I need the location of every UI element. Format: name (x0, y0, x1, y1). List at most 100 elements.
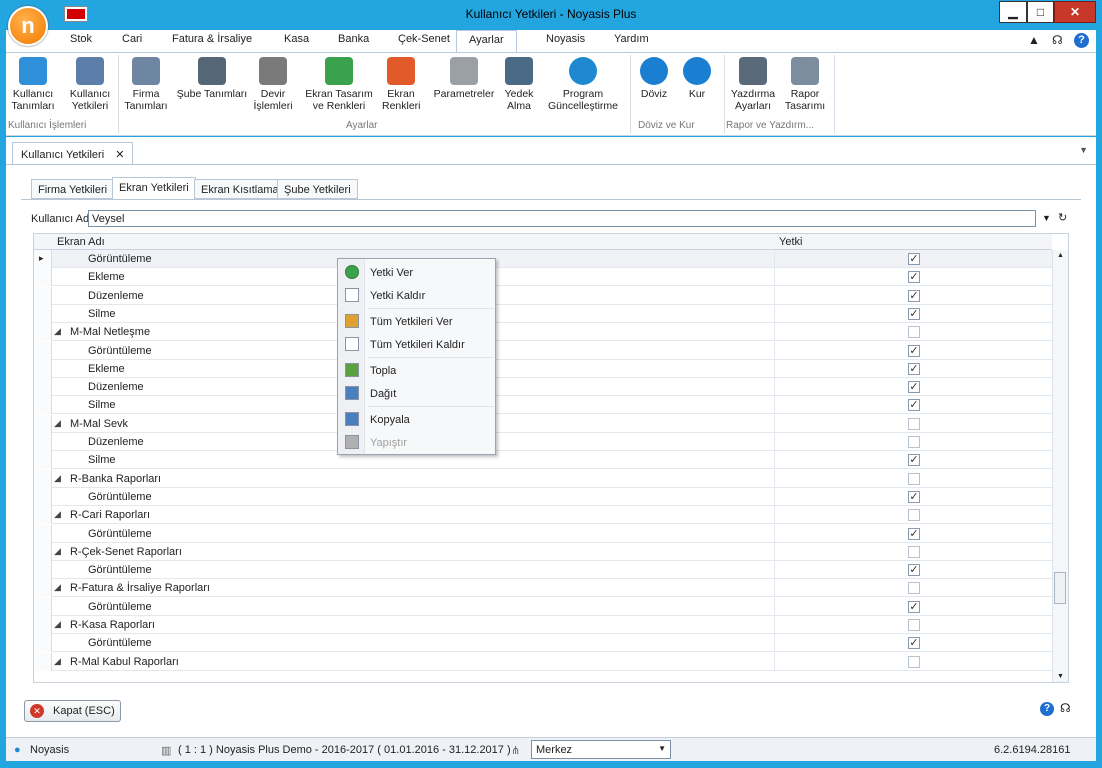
table-row[interactable]: Silme ✓ (34, 304, 1052, 323)
expand-toggle-icon[interactable]: ◢ (54, 326, 61, 337)
menu-item-6[interactable]: Topla (338, 359, 495, 382)
ribbon-tab-3[interactable]: Kasa (284, 33, 309, 45)
scroll-thumb[interactable] (1054, 572, 1066, 604)
permission-checkbox[interactable] (908, 326, 920, 339)
user-input[interactable] (88, 210, 1036, 227)
expand-toggle-icon[interactable]: ◢ (54, 656, 61, 667)
expand-toggle-icon[interactable]: ◢ (54, 509, 61, 520)
menu-item-7[interactable]: Dağıt (338, 382, 495, 405)
ribbon-tab-2[interactable]: Fatura & İrsaliye (172, 33, 252, 45)
table-row[interactable]: Görüntüleme ✓ (34, 487, 1052, 506)
table-row[interactable]: ◢ R-Kasa Raporları (34, 616, 1052, 634)
permission-checkbox[interactable]: ✓ (908, 362, 920, 375)
ribbon-button-8[interactable]: Yedek Alma (500, 57, 538, 112)
ribbon-button-13[interactable]: Rapor Tasarımı (784, 57, 826, 112)
ribbon-button-10[interactable]: Döviz (634, 57, 674, 100)
permission-checkbox[interactable] (908, 417, 920, 430)
expand-toggle-icon[interactable]: ◢ (54, 418, 61, 429)
close-tab-icon[interactable]: ✕ (115, 149, 124, 161)
table-row[interactable]: Görüntüleme ✓ (34, 524, 1052, 543)
inner-tab-3[interactable]: Şube Yetkileri (277, 179, 358, 199)
help-icon[interactable]: ? (1040, 702, 1054, 716)
table-row[interactable]: ◢ M-Mal Sevk (34, 414, 1052, 433)
permission-checkbox[interactable]: ✓ (908, 637, 920, 650)
scroll-up-icon[interactable]: ▲ (1057, 252, 1064, 259)
ribbon-button-1[interactable]: Kullanıcı Yetkileri (64, 57, 116, 112)
permission-checkbox[interactable]: ✓ (908, 289, 920, 302)
table-row[interactable]: Düzenleme (34, 433, 1052, 451)
permission-checkbox[interactable]: ✓ (908, 490, 920, 503)
expand-toggle-icon[interactable]: ◢ (54, 582, 61, 593)
refresh-icon[interactable]: ↻ (1058, 211, 1067, 224)
table-row[interactable]: Görüntüleme ✓ (34, 634, 1052, 653)
collapse-ribbon-icon[interactable]: ▲ (1028, 33, 1040, 47)
inner-tab-0[interactable]: Firma Yetkileri (31, 179, 115, 199)
expand-toggle-icon[interactable]: ◢ (54, 546, 61, 557)
scroll-down-icon[interactable]: ▼ (1057, 673, 1064, 680)
table-row[interactable]: Ekleme ✓ (34, 268, 1052, 287)
table-row[interactable]: Görüntüleme ✓ (34, 561, 1052, 580)
ribbon-button-6[interactable]: Ekran Renkleri (382, 57, 421, 112)
ribbon-tab-5[interactable]: Çek-Senet (398, 33, 450, 45)
user-dropdown-icon[interactable]: ▼ (1042, 213, 1051, 223)
permission-checkbox[interactable]: ✓ (908, 381, 920, 394)
minimize-button[interactable]: ▁ (999, 1, 1027, 23)
table-row[interactable]: ◢ M-Mal Netleşme (34, 323, 1052, 342)
ribbon-tab-1[interactable]: Cari (122, 33, 142, 45)
ribbon-button-12[interactable]: Yazdırma Ayarları (728, 57, 778, 112)
support-icon[interactable]: ☊ (1052, 33, 1063, 47)
menu-item-0[interactable]: Yetki Ver (338, 261, 495, 284)
support-icon[interactable]: ☊ (1060, 701, 1071, 715)
ribbon-tab-0[interactable]: Stok (70, 33, 92, 45)
menu-item-1[interactable]: Yetki Kaldır (338, 284, 495, 307)
inner-tab-1[interactable]: Ekran Yetkileri (112, 177, 196, 200)
ribbon-button-0[interactable]: Kullanıcı Tanımları (8, 57, 58, 112)
table-row[interactable]: Görüntüleme ✓ (34, 341, 1052, 360)
permission-checkbox[interactable]: ✓ (908, 253, 920, 265)
grid-scrollbar[interactable]: ▲ ▼ (1052, 250, 1068, 682)
permission-checkbox[interactable] (908, 655, 920, 668)
expand-toggle-icon[interactable]: ◢ (54, 473, 61, 484)
menu-item-4[interactable]: Tüm Yetkileri Kaldır (338, 333, 495, 356)
table-row[interactable]: ▸ Görüntüleme ✓ (34, 250, 1052, 268)
permission-checkbox[interactable] (908, 509, 920, 522)
ribbon-tab-4[interactable]: Banka (338, 33, 369, 45)
document-tab[interactable]: Kullanıcı Yetkileri ✕ (12, 142, 134, 164)
close-window-button[interactable]: ✕ (1054, 1, 1096, 23)
branch-select[interactable]: Merkez ▼ (531, 740, 671, 759)
ribbon-button-5[interactable]: Ekran Tasarım ve Renkleri (304, 57, 374, 112)
table-row[interactable]: ◢ R-Çek-Senet Raporları (34, 542, 1052, 561)
table-row[interactable]: Silme ✓ (34, 396, 1052, 415)
ribbon-button-2[interactable]: Firma Tanımları (122, 57, 170, 112)
close-button[interactable]: ✕ Kapat (ESC) (24, 700, 121, 722)
ribbon-button-9[interactable]: Program Güncelleştirme (546, 57, 620, 112)
table-row[interactable]: Görüntüleme ✓ (34, 597, 1052, 616)
app-logo-icon[interactable]: n (8, 6, 48, 46)
inner-tab-2[interactable]: Ekran Kısıtlama (194, 179, 286, 199)
table-row[interactable]: Düzenleme ✓ (34, 378, 1052, 397)
table-row[interactable]: ◢ R-Mal Kabul Raporları (34, 652, 1052, 671)
permission-checkbox[interactable]: ✓ (908, 344, 920, 357)
permission-checkbox[interactable]: ✓ (908, 271, 920, 284)
ribbon-tab-8[interactable]: Yardım (614, 33, 649, 45)
permission-checkbox[interactable] (908, 545, 920, 558)
table-row[interactable]: Düzenleme ✓ (34, 286, 1052, 305)
menu-item-3[interactable]: Tüm Yetkileri Ver (338, 310, 495, 333)
expand-toggle-icon[interactable]: ◢ (54, 619, 61, 630)
help-icon[interactable]: ? (1074, 33, 1089, 48)
ribbon-tab-7[interactable]: Noyasis (546, 33, 585, 45)
ribbon-button-3[interactable]: Şube Tanımları (176, 57, 248, 100)
column-screen-name[interactable]: Ekran Adı (57, 236, 105, 248)
column-permission[interactable]: Yetki (779, 236, 802, 248)
permission-checkbox[interactable]: ✓ (908, 527, 920, 540)
permission-checkbox[interactable]: ✓ (908, 564, 920, 577)
table-row[interactable]: Ekleme ✓ (34, 359, 1052, 378)
permission-checkbox[interactable] (908, 619, 920, 631)
ribbon-button-4[interactable]: Devir İşlemleri (250, 57, 296, 112)
permission-checkbox[interactable]: ✓ (908, 600, 920, 613)
tab-dropdown-icon[interactable]: ▼ (1079, 145, 1088, 155)
permission-checkbox[interactable] (908, 582, 920, 595)
table-row[interactable]: ◢ R-Banka Raporları (34, 469, 1052, 488)
ribbon-button-11[interactable]: Kur (682, 57, 712, 100)
permission-checkbox[interactable]: ✓ (908, 454, 920, 467)
